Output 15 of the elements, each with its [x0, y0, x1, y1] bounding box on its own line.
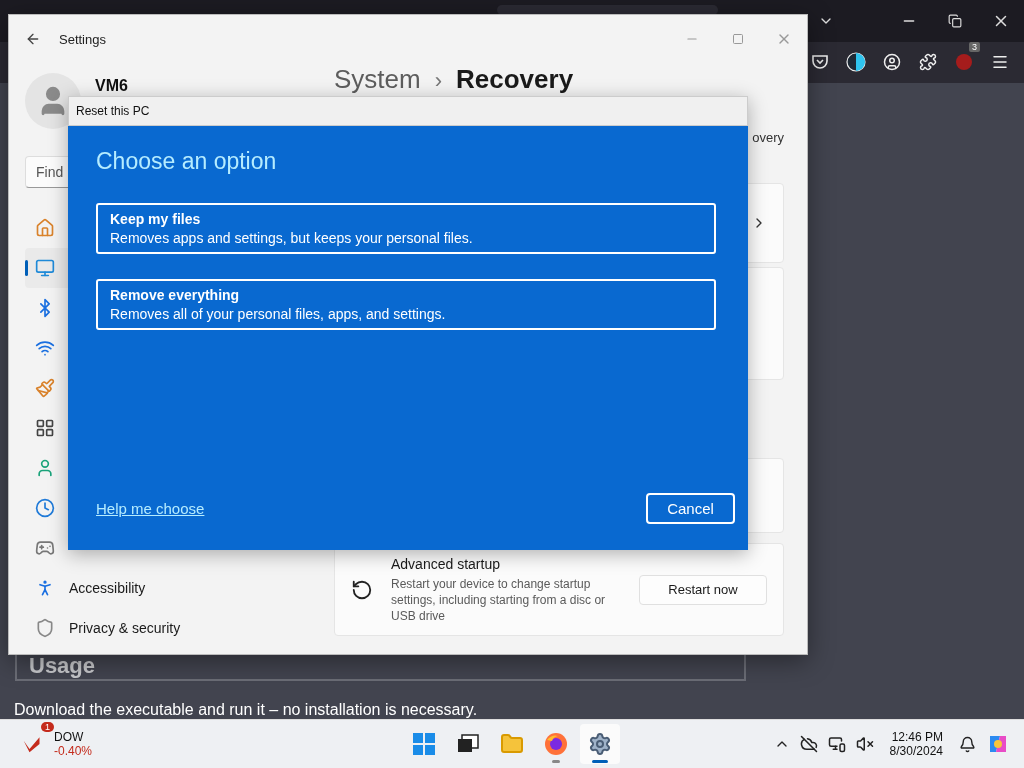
breadcrumb-separator: ›	[434, 67, 442, 95]
window-title: Settings	[59, 31, 106, 47]
page-title: Recovery	[456, 64, 574, 94]
stock-symbol: DOW	[54, 730, 85, 745]
instruction-text: Download the executable and run it – no installation is necessary.	[14, 701, 479, 720]
extension-badge: 3	[969, 42, 980, 53]
stock-change: -0.40%	[54, 744, 93, 759]
card-title: Advanced startup	[391, 555, 501, 572]
section-heading: Usage	[29, 654, 96, 679]
dialog-title: Reset this PC	[76, 104, 150, 118]
description-text: overy	[752, 130, 784, 145]
dialog-heading: Choose an option	[96, 148, 278, 175]
card-description: Restart your device to change startup settings, including starting from a disc or USB drive	[391, 575, 607, 624]
user-name: VM6	[95, 77, 128, 95]
notification-badge: 1	[41, 722, 54, 733]
